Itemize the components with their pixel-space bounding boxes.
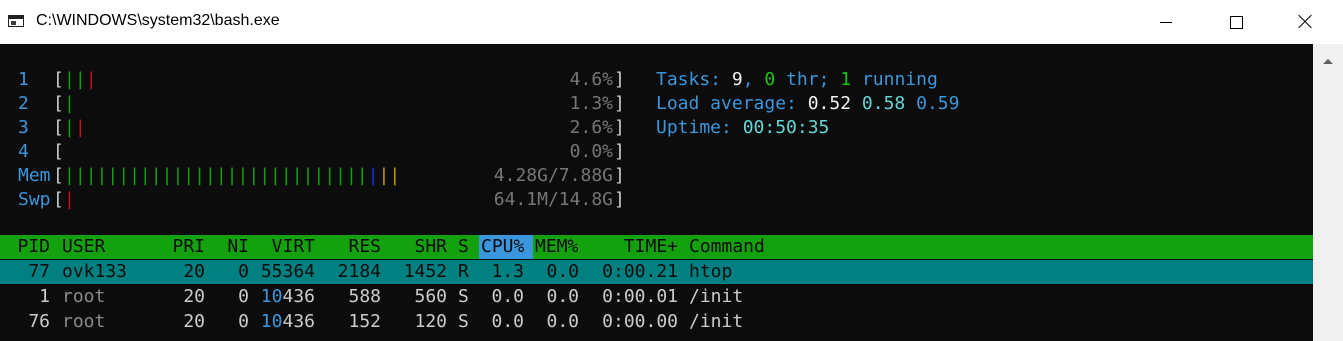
process-pid: 76 — [28, 311, 50, 332]
meter-value: 64.1M/14.8G — [493, 189, 613, 210]
process-pid: 1 — [39, 286, 50, 307]
meter-1: 1[||| 4.6%] — [0, 68, 640, 92]
maximize-icon — [1229, 15, 1243, 29]
uptime: Uptime: 00:50:35 — [656, 117, 830, 138]
meter-bracket-close: ] — [614, 165, 625, 186]
process-pid: 77 — [28, 261, 50, 282]
meter-4: 4[0.0%] — [0, 140, 640, 164]
meter-value: 0.0% — [569, 141, 613, 162]
process-time: 0:00.00 — [602, 311, 678, 332]
process-time: 0:00.21 — [602, 261, 678, 282]
meter-bracket-close: ] — [614, 141, 625, 162]
window-title: C:\WINDOWS\system32\bash.exe — [36, 12, 280, 29]
process-cmd: /init — [689, 286, 744, 307]
meter-2: 2[| 1.3%] — [0, 92, 640, 116]
column-header-pid[interactable]: PID — [0, 235, 50, 259]
meter-value: 1.3% — [569, 93, 613, 114]
close-icon — [1297, 14, 1313, 30]
meter-bracket-close: ] — [614, 93, 625, 114]
meter-bracket-close: ] — [614, 117, 625, 138]
process-row[interactable]: 76 root 20 0 10436 152 120 S 0.0 0.0 0:00.00/init — [0, 310, 1313, 334]
vertical-scrollbar[interactable] — [1313, 44, 1343, 341]
tasks-summary: Tasks: 9, 0 thr; 1 running — [656, 69, 938, 90]
column-header-s[interactable]: S — [458, 235, 469, 259]
column-header-command[interactable]: Command — [689, 235, 765, 259]
meter-mem: Mem[||||||||||||||||||||||||||||||| 4.28G… — [0, 164, 640, 188]
load-average: Load average: 0.52 0.58 0.59 — [656, 93, 960, 114]
process-time: 0:00.01 — [602, 286, 678, 307]
process-row[interactable]: 1 root 20 0 10436 588 560 S 0.0 0.0 0:00.01/init — [0, 285, 1313, 309]
maximize-button[interactable] — [1213, 0, 1259, 44]
title-bar[interactable]: C:\WINDOWS\system32\bash.exe — [0, 0, 1343, 44]
minimize-button[interactable] — [1143, 0, 1189, 44]
scroll-up-arrow-icon — [1323, 58, 1333, 64]
process-cmd: /init — [689, 311, 744, 332]
scroll-up-button[interactable] — [1313, 44, 1343, 78]
process-cmd: htop — [689, 261, 733, 282]
console-icon[interactable] — [8, 15, 24, 27]
meter-3: 3[|| 2.6%] — [0, 116, 640, 140]
meter-value: 4.6% — [569, 69, 613, 90]
process-row[interactable]: 77 ovk133 20 0 55364 2184 1452 R 1.3 0.0 0:00.21 ht… — [0, 260, 1313, 284]
column-header-time[interactable]: TIME+ — [558, 235, 678, 259]
column-header-shr[interactable]: SHR — [327, 235, 447, 259]
meter-swp: Swp[| 64.1M/14.8G] — [0, 188, 640, 212]
column-header-cpu[interactable]: CPU% — [481, 235, 524, 259]
minimize-icon — [1160, 21, 1172, 23]
meter-value: 4.28G/7.88G — [493, 165, 613, 186]
meter-bracket-close: ] — [614, 189, 625, 210]
terminal-area[interactable]: 1[||| 4.6%] 2[| 1.3%] 3[|| 2.6%] 4[0.0%] Mem[||… — [0, 44, 1313, 341]
meter-bracket-close: ] — [614, 69, 625, 90]
meter-value: 2.6% — [569, 117, 613, 138]
close-button[interactable] — [1282, 0, 1328, 44]
